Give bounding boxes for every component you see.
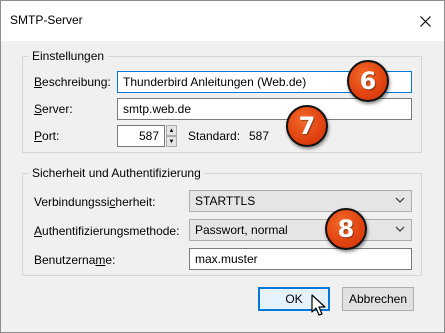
mouse-cursor-icon [311, 294, 326, 316]
spin-up-icon[interactable]: ▲ [166, 125, 177, 136]
connection-security-value: STARTTLS [195, 194, 256, 208]
chevron-down-icon [395, 226, 405, 232]
username-value: max.muster [195, 252, 258, 266]
port-label: Port: [34, 129, 60, 143]
title-bar: SMTP-Server [1, 1, 444, 41]
username-label: Benutzername: [34, 253, 116, 267]
settings-group-title: Einstellungen [29, 49, 108, 63]
step-badge-6: 6 [347, 60, 389, 102]
port-stepper[interactable]: ▲ ▼ [166, 125, 177, 147]
cancel-button[interactable]: Abbrechen [342, 287, 414, 311]
auth-method-value: Passwort, normal [195, 223, 288, 237]
port-value: 587 [138, 129, 159, 143]
description-label: Beschreibung: [34, 75, 111, 89]
connection-security-select[interactable]: STARTTLS [189, 190, 412, 212]
step-badge-8: 8 [325, 208, 367, 250]
server-label: Server: [34, 102, 73, 116]
auth-method-label: Authentifizierungsmethode: [34, 224, 180, 238]
spin-down-icon[interactable]: ▼ [166, 136, 177, 147]
security-group-title: Sicherheit und Authentifizierung [29, 166, 204, 180]
step-badge-7: 7 [286, 105, 328, 147]
description-value: Thunderbird Anleitungen (Web.de) [123, 75, 307, 89]
connection-security-label: Verbindungssicherheit: [34, 195, 156, 209]
standard-value: 587 [249, 129, 270, 143]
username-input[interactable]: max.muster [189, 248, 412, 270]
close-button[interactable] [410, 7, 440, 35]
standard-label: Standard: [188, 129, 241, 143]
server-value: smtp.web.de [123, 102, 192, 116]
auth-method-select[interactable]: Passwort, normal [189, 219, 412, 241]
port-input[interactable]: 587 [117, 125, 165, 147]
chevron-down-icon [395, 197, 405, 203]
window-title: SMTP-Server [10, 13, 83, 27]
smtp-server-dialog: SMTP-Server Einstellungen Beschreibung: … [0, 0, 445, 333]
close-icon [419, 15, 431, 27]
